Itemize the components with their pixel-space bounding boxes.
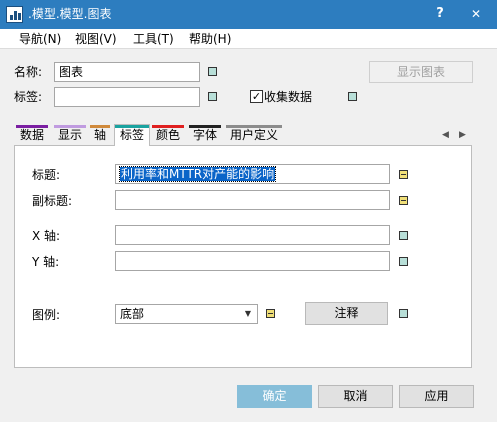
tab-data[interactable]: 数据 [16,125,48,145]
legend-label: 图例: [32,308,61,322]
tab-label: 用户定义 [229,128,278,142]
title-input[interactable]: 利用率和MTTR对产能的影响 [115,164,390,184]
show-chart-button[interactable]: 显示图表 [369,61,473,83]
xaxis-label: X 轴: [32,229,61,243]
annotate-marker-icon[interactable] [399,309,408,318]
title-selected-text: 利用率和MTTR对产能的影响 [118,166,277,182]
help-button[interactable]: ? [429,4,451,24]
menu-navigate[interactable]: 导航(N) [19,31,61,47]
name-input[interactable]: 图表 [54,62,200,82]
collect-data-checkbox[interactable]: ✓ [250,90,263,103]
tab-color-bar [16,125,48,128]
tab-label: 字体 [192,128,217,142]
window-title: .模型.模型.图表 [28,7,112,21]
tab-fonts[interactable]: 字体 [189,125,221,145]
tab-user-defined[interactable]: 用户定义 [226,125,282,145]
title-bar: .模型.模型.图表 ? ✕ [0,0,497,29]
name-marker-icon[interactable] [208,67,217,76]
tab-scroll-right-icon[interactable]: ▶ [459,127,466,143]
tab-label: 显示 [57,128,82,142]
legend-dropdown-value: 底部 [120,307,145,321]
annotate-button[interactable]: 注释 [305,302,388,325]
tag-marker-icon[interactable] [208,92,217,101]
subtitle-label: 副标题: [32,194,73,208]
subtitle-input[interactable] [115,190,390,210]
tab-labels[interactable]: 标签 [114,124,150,146]
name-label: 名称: [14,65,43,79]
tab-display[interactable]: 显示 [54,125,86,145]
chevron-down-icon: ▼ [244,309,251,318]
close-button[interactable]: ✕ [465,4,487,24]
tab-colors[interactable]: 颜色 [152,125,184,145]
xaxis-marker-icon[interactable] [399,231,408,240]
apply-button[interactable]: 应用 [399,385,474,408]
tag-input[interactable] [54,87,200,107]
title-label: 标题: [32,168,61,182]
tab-label: 数据 [19,128,44,142]
title-marker-icon[interactable] [399,170,408,179]
tab-label: 颜色 [155,128,180,142]
collect-data-marker-icon[interactable] [348,92,357,101]
tab-label: 标签 [119,128,144,142]
xaxis-input[interactable] [115,225,390,245]
yaxis-input[interactable] [115,251,390,271]
tab-scroll-left-icon[interactable]: ◀ [442,127,449,143]
yaxis-marker-icon[interactable] [399,257,408,266]
ok-button[interactable]: 确定 [237,385,312,408]
subtitle-marker-icon[interactable] [399,196,408,205]
legend-marker-icon[interactable] [266,309,275,318]
chart-app-icon [6,6,23,23]
tab-label: 轴 [93,128,106,142]
yaxis-label: Y 轴: [32,255,60,269]
menu-bar: 导航(N) 视图(V) 工具(T) 帮助(H) [0,29,497,49]
menu-help[interactable]: 帮助(H) [189,31,231,47]
tab-axis[interactable]: 轴 [90,125,110,145]
tag-label: 标签: [14,90,43,104]
legend-dropdown[interactable]: 底部 ▼ [115,304,258,324]
menu-view[interactable]: 视图(V) [75,31,117,47]
collect-data-label: 收集数据 [264,90,313,104]
menu-tools[interactable]: 工具(T) [133,31,174,47]
cancel-button[interactable]: 取消 [318,385,393,408]
